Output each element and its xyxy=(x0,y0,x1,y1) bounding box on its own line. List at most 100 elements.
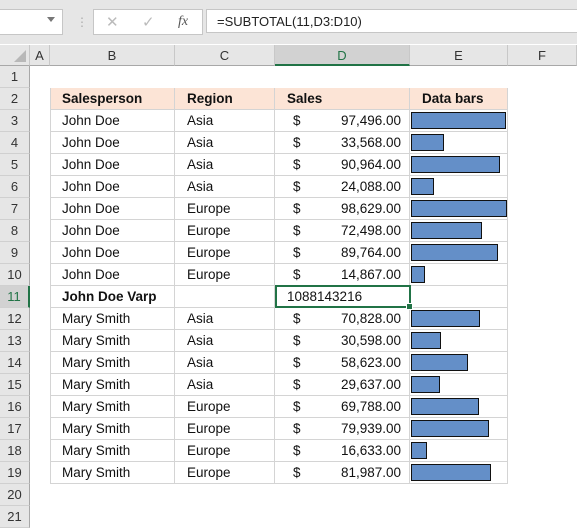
salesperson-cell[interactable]: Mary Smith xyxy=(50,308,175,330)
region-cell[interactable]: Europe xyxy=(175,242,275,264)
region-cell[interactable]: Asia xyxy=(175,132,275,154)
data-bar-cell[interactable] xyxy=(410,198,508,220)
column-header-a[interactable]: A xyxy=(30,45,50,66)
column-header-c[interactable]: C xyxy=(175,45,275,66)
salesperson-cell[interactable]: John Doe xyxy=(50,264,175,286)
sales-cell[interactable]: $70,828.00 xyxy=(275,308,410,330)
data-bar-cell[interactable] xyxy=(410,154,508,176)
row-header-9[interactable]: 9 xyxy=(0,242,30,264)
formula-input[interactable]: =SUBTOTAL(11,D3:D10) xyxy=(206,9,577,33)
salesperson-cell[interactable]: Mary Smith xyxy=(50,396,175,418)
row-header-17[interactable]: 17 xyxy=(0,418,30,440)
region-cell[interactable]: Europe xyxy=(175,264,275,286)
salesperson-cell[interactable]: Mary Smith xyxy=(50,440,175,462)
data-bar-cell[interactable] xyxy=(410,220,508,242)
salesperson-cell[interactable]: John Doe xyxy=(50,176,175,198)
row-header-11[interactable]: 11 xyxy=(0,286,30,308)
salesperson-cell[interactable]: Mary Smith xyxy=(50,352,175,374)
data-bar-cell[interactable] xyxy=(410,242,508,264)
row-header-14[interactable]: 14 xyxy=(0,352,30,374)
data-bar-cell[interactable] xyxy=(410,396,508,418)
row-header-16[interactable]: 16 xyxy=(0,396,30,418)
salesperson-cell[interactable]: John Doe xyxy=(50,154,175,176)
region-cell[interactable]: Asia xyxy=(175,176,275,198)
region-cell[interactable]: Asia xyxy=(175,330,275,352)
active-cell-d11[interactable] xyxy=(275,285,413,310)
row-header-20[interactable]: 20 xyxy=(0,484,30,506)
sales-cell[interactable]: $72,498.00 xyxy=(275,220,410,242)
insert-function-icon[interactable]: fx xyxy=(178,14,188,30)
sales-cell[interactable]: $81,987.00 xyxy=(275,462,410,484)
data-bar-cell[interactable] xyxy=(410,308,508,330)
sales-cell[interactable]: $16,633.00 xyxy=(275,440,410,462)
data-bar-cell[interactable] xyxy=(410,418,508,440)
row-header-3[interactable]: 3 xyxy=(0,110,30,132)
region-cell[interactable]: Asia xyxy=(175,154,275,176)
table-header-data-bars[interactable]: Data bars xyxy=(410,88,508,110)
data-bar-cell[interactable] xyxy=(410,440,508,462)
row-header-1[interactable]: 1 xyxy=(0,66,30,88)
select-all-button[interactable] xyxy=(0,45,30,66)
salesperson-cell[interactable]: Mary Smith xyxy=(50,374,175,396)
column-header-e[interactable]: E xyxy=(410,45,508,66)
sales-cell[interactable]: $79,939.00 xyxy=(275,418,410,440)
row-header-4[interactable]: 4 xyxy=(0,132,30,154)
cancel-icon[interactable]: ✕ xyxy=(106,13,119,31)
name-box[interactable] xyxy=(0,9,63,35)
table-header-salesperson[interactable]: Salesperson xyxy=(50,88,175,110)
data-bar-cell[interactable] xyxy=(410,264,508,286)
region-cell[interactable]: Europe xyxy=(175,418,275,440)
sales-cell[interactable]: $24,088.00 xyxy=(275,176,410,198)
region-cell[interactable]: Europe xyxy=(175,198,275,220)
row-header-8[interactable]: 8 xyxy=(0,220,30,242)
salesperson-cell[interactable]: John Doe xyxy=(50,220,175,242)
column-header-b[interactable]: B xyxy=(50,45,175,66)
drag-handle-icon[interactable]: ⋮ xyxy=(76,15,88,29)
salesperson-cell[interactable]: Mary Smith xyxy=(50,462,175,484)
region-cell[interactable]: Europe xyxy=(175,462,275,484)
data-bar-cell[interactable] xyxy=(410,132,508,154)
row-header-19[interactable]: 19 xyxy=(0,462,30,484)
column-header-f[interactable]: F xyxy=(508,45,577,66)
sales-cell[interactable]: $90,964.00 xyxy=(275,154,410,176)
row-header-18[interactable]: 18 xyxy=(0,440,30,462)
region-cell[interactable]: Asia xyxy=(175,110,275,132)
row-header-2[interactable]: 2 xyxy=(0,88,30,110)
row-header-21[interactable]: 21 xyxy=(0,506,30,528)
row-header-10[interactable]: 10 xyxy=(0,264,30,286)
data-bar-cell[interactable] xyxy=(410,330,508,352)
enter-icon[interactable]: ✓ xyxy=(142,13,155,31)
sales-cell[interactable]: $30,598.00 xyxy=(275,330,410,352)
row-header-13[interactable]: 13 xyxy=(0,330,30,352)
row-header-7[interactable]: 7 xyxy=(0,198,30,220)
sales-cell[interactable]: $69,788.00 xyxy=(275,396,410,418)
region-cell[interactable]: Europe xyxy=(175,440,275,462)
region-cell[interactable]: Asia xyxy=(175,352,275,374)
data-bar-cell[interactable] xyxy=(410,352,508,374)
data-bar-cell[interactable] xyxy=(410,110,508,132)
data-bar-cell[interactable] xyxy=(410,176,508,198)
column-header-d[interactable]: D xyxy=(275,45,410,66)
salesperson-cell[interactable]: John Doe xyxy=(50,110,175,132)
table-header-region[interactable]: Region xyxy=(175,88,275,110)
empty-cell[interactable] xyxy=(175,286,275,308)
row-header-5[interactable]: 5 xyxy=(0,154,30,176)
salesperson-cell[interactable]: John Doe xyxy=(50,198,175,220)
salesperson-cell[interactable]: John Doe xyxy=(50,242,175,264)
data-bar-cell[interactable] xyxy=(410,462,508,484)
empty-cell[interactable] xyxy=(410,286,508,308)
salesperson-cell[interactable]: Mary Smith xyxy=(50,330,175,352)
sales-cell[interactable]: $14,867.00 xyxy=(275,264,410,286)
table-header-sales[interactable]: Sales xyxy=(275,88,410,110)
subtotal-label[interactable]: John Doe Varp xyxy=(50,286,175,308)
sales-cell[interactable]: $29,637.00 xyxy=(275,374,410,396)
data-bar-cell[interactable] xyxy=(410,374,508,396)
salesperson-cell[interactable]: Mary Smith xyxy=(50,418,175,440)
row-header-15[interactable]: 15 xyxy=(0,374,30,396)
region-cell[interactable]: Asia xyxy=(175,308,275,330)
sales-cell[interactable]: $98,629.00 xyxy=(275,198,410,220)
sales-cell[interactable]: $33,568.00 xyxy=(275,132,410,154)
row-header-6[interactable]: 6 xyxy=(0,176,30,198)
salesperson-cell[interactable]: John Doe xyxy=(50,132,175,154)
sales-cell[interactable]: $97,496.00 xyxy=(275,110,410,132)
